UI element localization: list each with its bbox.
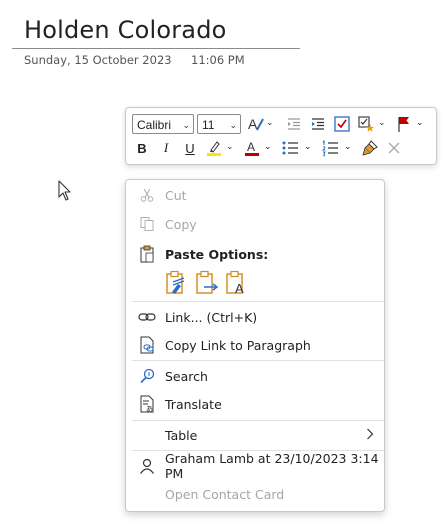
page-time: 11:06 PM xyxy=(191,53,245,67)
menu-item-label: Cut xyxy=(165,187,187,203)
paste-merge-formatting-icon xyxy=(196,270,219,294)
font-name-value: Calibri xyxy=(137,118,172,132)
flag-icon xyxy=(398,117,409,132)
chevron-down-icon[interactable]: ⌄ xyxy=(378,117,386,128)
highlight-button[interactable] xyxy=(204,138,224,158)
menu-item-translate[interactable]: あ Translate xyxy=(126,391,384,417)
copy-link-icon xyxy=(138,336,156,354)
chevron-down-icon[interactable]: ⌄ xyxy=(304,141,312,152)
bold-icon: B xyxy=(137,140,147,156)
paste-keep-source-formatting-button[interactable] xyxy=(164,270,190,298)
menu-item-copy-link-to-paragraph[interactable]: Copy Link to Paragraph xyxy=(126,332,384,358)
paste-text-only-button[interactable]: A xyxy=(224,270,250,298)
chevron-down-icon[interactable]: ⌄ xyxy=(264,141,272,152)
menu-item-author[interactable]: Graham Lamb at 23/10/2023 3:14 PM xyxy=(126,451,384,481)
menu-item-copy[interactable]: Copy xyxy=(126,211,384,237)
chevron-down-icon: ⌄ xyxy=(229,120,237,130)
menu-item-label: Translate xyxy=(165,396,222,412)
chevron-down-icon[interactable]: ⌄ xyxy=(266,117,274,128)
todo-tag-button[interactable] xyxy=(332,114,352,134)
person-icon xyxy=(138,457,156,475)
italic-icon: I xyxy=(163,140,169,155)
menu-item-label: Link... (Ctrl+K) xyxy=(165,309,258,325)
menu-separator xyxy=(132,420,384,421)
tag-star-icon xyxy=(358,116,374,132)
translate-icon: あ xyxy=(138,395,156,413)
chevron-down-icon[interactable]: ⌄ xyxy=(226,141,234,152)
link-icon xyxy=(138,308,156,326)
checkbox-icon xyxy=(334,116,350,132)
underline-icon: U xyxy=(185,140,195,156)
numbering-button[interactable] xyxy=(320,138,340,158)
context-menu: Cut Copy Paste Options: A Link... (Ctrl+… xyxy=(125,179,385,512)
menu-item-label: Open Contact Card xyxy=(165,486,285,502)
paste-options-label: Paste Options: xyxy=(165,246,269,262)
menu-item-open-contact-card[interactable]: Open Contact Card xyxy=(126,481,384,507)
chevron-right-icon xyxy=(366,428,374,443)
page-title[interactable]: Holden Colorado xyxy=(24,16,227,44)
paste-merge-formatting-button[interactable] xyxy=(194,270,220,298)
chevron-down-icon: ⌄ xyxy=(182,120,190,130)
font-color-icon: A xyxy=(245,140,259,156)
italic-button[interactable]: I xyxy=(156,138,176,158)
bold-button[interactable]: B xyxy=(132,138,152,158)
increase-indent-button[interactable] xyxy=(308,114,328,134)
menu-separator xyxy=(132,301,384,302)
tags-button[interactable] xyxy=(356,114,376,134)
styles-button[interactable]: A xyxy=(246,114,266,134)
paste-keep-formatting-icon xyxy=(166,270,185,294)
menu-paste-options-header: Paste Options: xyxy=(126,241,384,267)
font-name-combo[interactable]: Calibri ⌄ xyxy=(132,114,194,134)
font-size-value: 11 xyxy=(202,118,215,132)
font-size-combo[interactable]: 11 ⌄ xyxy=(197,114,241,134)
menu-item-label: Copy xyxy=(165,216,197,232)
menu-item-label: Table xyxy=(165,427,198,443)
numbering-icon xyxy=(321,140,338,157)
menu-item-link[interactable]: Link... (Ctrl+K) xyxy=(126,304,384,330)
increase-indent-icon xyxy=(312,118,324,130)
highlighter-icon xyxy=(207,141,221,156)
menu-separator xyxy=(132,360,384,361)
decrease-indent-icon xyxy=(288,118,300,130)
svg-text:あ: あ xyxy=(146,405,153,413)
search-icon xyxy=(138,367,156,385)
menu-item-label: Copy Link to Paragraph xyxy=(165,337,311,353)
scissors-icon xyxy=(138,186,156,204)
bullets-button[interactable] xyxy=(280,138,300,158)
clipboard-icon xyxy=(138,245,156,263)
underline-button[interactable]: U xyxy=(180,138,200,158)
svg-text:A: A xyxy=(235,281,244,296)
outlook-tasks-button[interactable] xyxy=(394,114,414,134)
menu-item-search[interactable]: Search xyxy=(126,363,384,389)
font-color-button[interactable]: A xyxy=(242,138,262,158)
close-icon xyxy=(388,142,400,154)
decrease-indent-button[interactable] xyxy=(284,114,304,134)
menu-item-label: Search xyxy=(165,368,208,384)
paste-options-row: A xyxy=(164,270,254,300)
title-underline xyxy=(12,48,300,49)
mini-toolbar: Calibri ⌄ 11 ⌄ A ⌄ ⌄ ⌄ B I U ⌄ A ⌄ ⌄ ⌄ xyxy=(125,107,437,165)
chevron-down-icon[interactable]: ⌄ xyxy=(416,117,424,128)
page-date: Sunday, 15 October 2023 xyxy=(24,53,172,67)
paintbrush-icon xyxy=(362,140,378,156)
menu-item-table[interactable]: Table xyxy=(126,422,384,448)
chevron-down-icon[interactable]: ⌄ xyxy=(344,141,352,152)
mouse-pointer-icon xyxy=(58,180,72,207)
svg-text:A: A xyxy=(247,140,255,154)
styles-icon: A xyxy=(248,116,264,132)
format-painter-button[interactable] xyxy=(360,138,380,158)
copy-icon xyxy=(138,215,156,233)
paste-text-only-icon: A xyxy=(226,270,244,296)
bullets-icon xyxy=(282,141,298,155)
menu-item-label: Graham Lamb at 23/10/2023 3:14 PM xyxy=(165,451,379,481)
menu-item-cut[interactable]: Cut xyxy=(126,182,384,208)
clear-formatting-button[interactable] xyxy=(384,138,404,158)
